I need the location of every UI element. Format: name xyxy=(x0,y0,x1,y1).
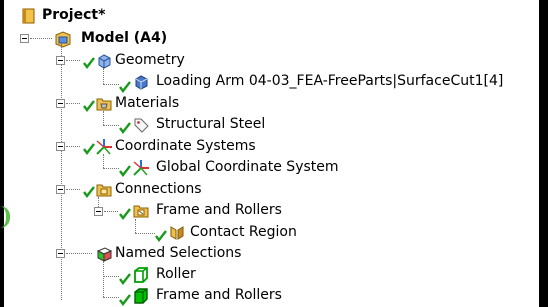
project-label: Project* xyxy=(42,7,106,23)
tree-connector xyxy=(104,211,118,212)
geometry-label: Geometry xyxy=(115,52,185,68)
tree-connector xyxy=(103,276,119,277)
tree-connector xyxy=(103,261,104,297)
geometry-collapse-toggle[interactable] xyxy=(56,56,65,65)
check-icon xyxy=(119,294,131,306)
geometry-cube-icon xyxy=(98,53,111,69)
tree-connector xyxy=(66,253,92,254)
part-cube-icon xyxy=(135,74,148,90)
check-icon xyxy=(83,143,95,155)
tree-connector xyxy=(103,154,104,168)
global-cs-label: Global Coordinate System xyxy=(156,159,339,175)
tree-node-frame-and-rollers-connection[interactable]: Frame and Rollers xyxy=(132,200,282,221)
geometry-part-label: Loading Arm 04-03_FEA-FreeParts|SurfaceC… xyxy=(156,73,504,89)
tree-connector xyxy=(66,60,80,61)
coordinate-systems-label: Coordinate Systems xyxy=(115,138,256,154)
materials-folder-icon xyxy=(96,98,112,110)
material-tag-icon xyxy=(134,118,149,133)
named-selections-collapse-toggle[interactable] xyxy=(56,249,65,258)
coordinate-axes-icon xyxy=(133,159,149,176)
tree-node-geometry-part[interactable]: Loading Arm 04-03_FEA-FreeParts|SurfaceC… xyxy=(132,71,503,92)
check-icon xyxy=(119,208,131,220)
connection-group-icon xyxy=(133,205,149,217)
connections-label: Connections xyxy=(115,181,202,197)
contact-region-label: Contact Region xyxy=(190,224,297,240)
check-icon xyxy=(119,81,131,93)
check-icon xyxy=(119,122,131,134)
selection-filled-icon xyxy=(134,287,148,304)
tree-node-connections[interactable]: Connections xyxy=(95,179,202,200)
tree-node-named-selections[interactable]: Named Selections xyxy=(95,243,241,264)
tree-node-frame-and-rollers-selection[interactable]: Frame and Rollers xyxy=(132,285,282,306)
materials-collapse-toggle[interactable] xyxy=(56,99,65,108)
tree-connector xyxy=(66,189,80,190)
check-icon xyxy=(83,186,95,198)
outline-tree-panel: Project* Model (A4) Geometry Loading Arm… xyxy=(4,0,539,307)
named-selections-label: Named Selections xyxy=(115,245,242,261)
selection-outline-icon xyxy=(134,266,148,283)
check-icon xyxy=(155,230,167,242)
tree-node-contact-region[interactable]: Contact Region xyxy=(168,222,297,243)
coordinate-axes-icon xyxy=(96,138,112,155)
model-label: Model (A4) xyxy=(81,30,168,46)
model-icon xyxy=(55,30,71,48)
model-collapse-toggle[interactable] xyxy=(20,34,29,43)
frame-and-rollers-label: Frame and Rollers xyxy=(156,202,282,218)
tree-connector xyxy=(66,146,80,147)
tree-connector xyxy=(103,68,104,84)
tree-connector xyxy=(103,297,119,298)
tree-connector xyxy=(66,103,80,104)
check-icon xyxy=(119,165,131,177)
tree-connector xyxy=(30,38,52,39)
tree-node-geometry[interactable]: Geometry xyxy=(95,50,185,71)
contact-region-icon xyxy=(170,225,184,240)
connections-folder-icon xyxy=(96,184,112,196)
tree-node-coordinate-systems[interactable]: Coordinate Systems xyxy=(95,136,256,157)
frame-and-rollers-ns-label: Frame and Rollers xyxy=(156,287,282,303)
tree-connector xyxy=(135,219,136,233)
tree-node-materials[interactable]: Materials xyxy=(95,93,179,114)
roller-label: Roller xyxy=(156,266,196,282)
connections-collapse-toggle[interactable] xyxy=(56,185,65,194)
tree-connector xyxy=(103,84,119,85)
tree-node-project[interactable]: Project* xyxy=(20,5,105,26)
tree-connector xyxy=(103,111,104,125)
tree-node-global-cs[interactable]: Global Coordinate System xyxy=(132,157,339,178)
project-book-icon xyxy=(22,8,35,23)
check-icon xyxy=(119,273,131,285)
tree-connector xyxy=(135,233,155,234)
check-icon xyxy=(83,100,95,112)
check-icon xyxy=(83,57,95,69)
tree-connector xyxy=(103,168,119,169)
coordinate-systems-collapse-toggle[interactable] xyxy=(56,142,65,151)
materials-label: Materials xyxy=(115,95,180,111)
tree-node-model[interactable]: Model (A4) xyxy=(54,28,167,49)
tree-connector xyxy=(103,125,119,126)
frame-and-rollers-collapse-toggle[interactable] xyxy=(94,207,103,216)
tree-connector xyxy=(61,44,62,300)
named-selections-icon xyxy=(96,246,113,262)
material-item-label: Structural Steel xyxy=(156,116,266,132)
tree-node-roller[interactable]: Roller xyxy=(132,264,196,285)
tree-node-material-item[interactable]: Structural Steel xyxy=(132,114,265,135)
